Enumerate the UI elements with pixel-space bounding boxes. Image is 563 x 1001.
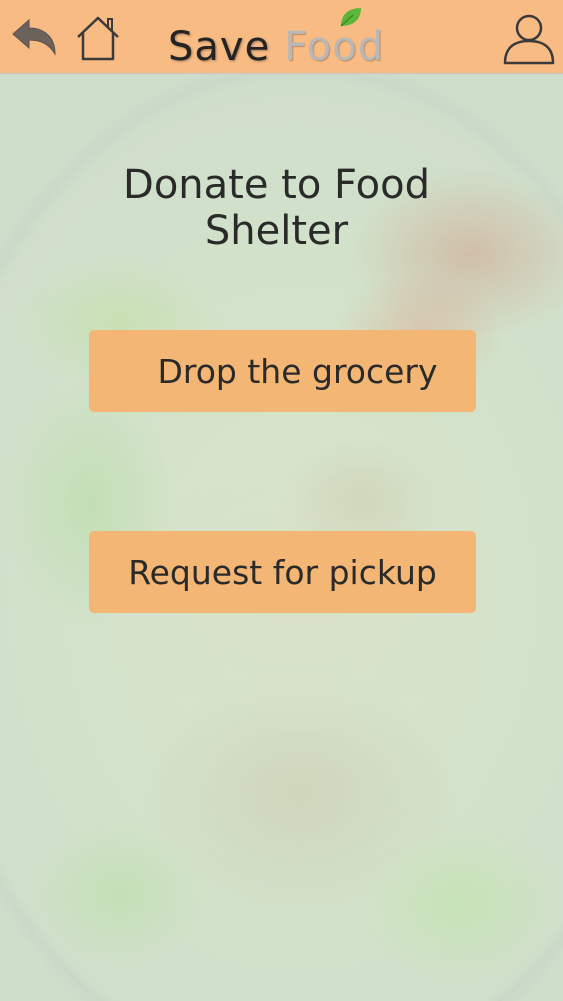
back-arrow-icon (12, 18, 56, 56)
request-pickup-button[interactable]: Request for pickup (89, 531, 476, 613)
user-icon (503, 14, 555, 65)
page-title: Donate to Food Shelter (0, 162, 553, 254)
leaf-icon (340, 8, 361, 27)
drop-grocery-label: Drop the grocery (157, 351, 438, 391)
drop-grocery-button[interactable]: Drop the grocery (89, 330, 476, 412)
logo-text-save: Save (168, 24, 271, 70)
back-button[interactable] (6, 10, 62, 66)
page-title-line1: Donate to Food (123, 162, 430, 208)
request-pickup-label: Request for pickup (128, 552, 437, 592)
home-icon (77, 16, 119, 61)
home-button[interactable] (70, 10, 126, 66)
page-title-line2: Shelter (204, 208, 349, 254)
app-header: Save Food (0, 0, 563, 74)
profile-button[interactable] (501, 10, 557, 66)
logo-text-food: Food (284, 24, 385, 70)
